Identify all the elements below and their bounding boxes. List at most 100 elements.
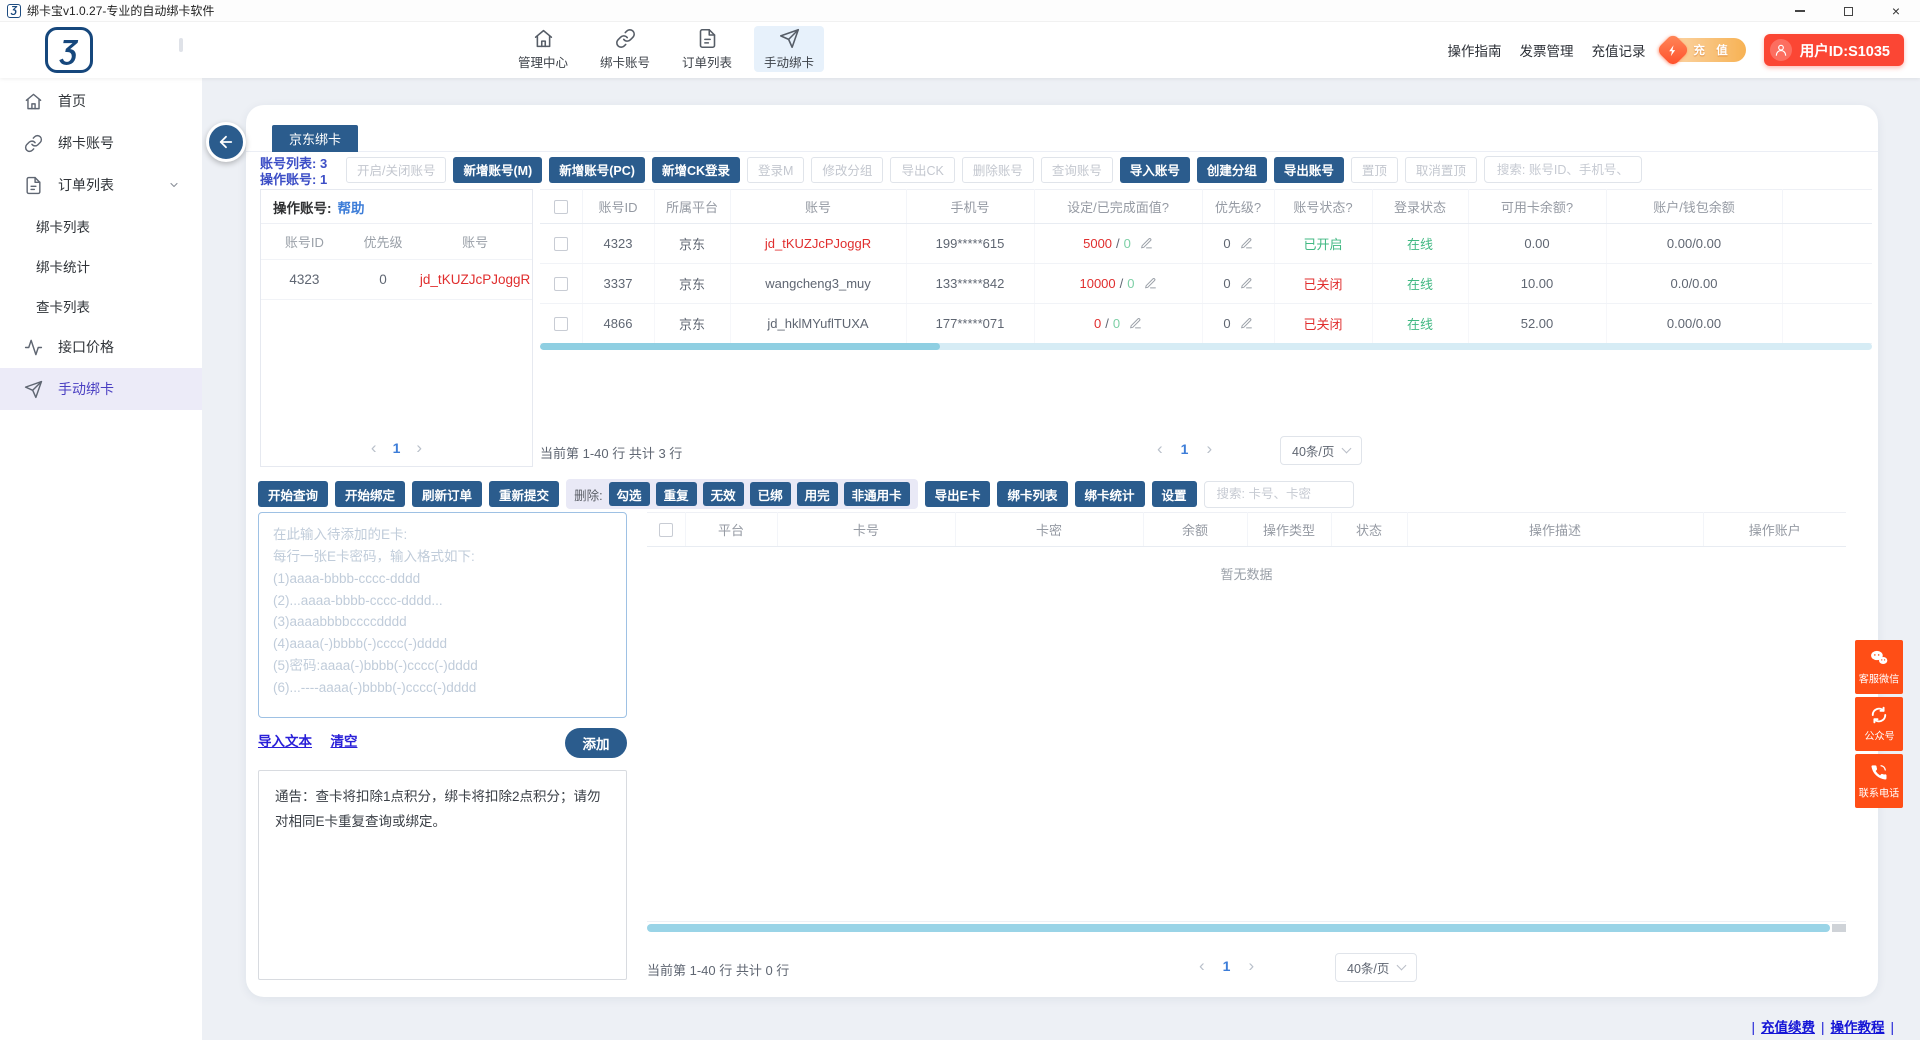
- header-link-invoice[interactable]: 发票管理: [1520, 40, 1574, 60]
- start-query-button[interactable]: 开始查询: [258, 481, 328, 507]
- help-link[interactable]: 帮助: [338, 197, 365, 217]
- back-button[interactable]: [206, 122, 246, 162]
- delete-bound-button[interactable]: 已绑: [750, 482, 791, 506]
- login-m-button[interactable]: 登录M: [747, 157, 804, 183]
- edit-icon[interactable]: [1129, 317, 1142, 330]
- bind-stats-button[interactable]: 绑卡统计: [1075, 481, 1145, 507]
- sidebar-item-card-query-list[interactable]: 查卡列表: [0, 286, 202, 326]
- contact-wechat-button[interactable]: 客服微信: [1855, 640, 1903, 694]
- table-row[interactable]: 3337 京东 wangcheng3_muy 133*****842 10000…: [540, 264, 1872, 304]
- delete-checked-button[interactable]: 勾选: [609, 482, 650, 506]
- select-all-checkbox[interactable]: [659, 523, 673, 537]
- table-row[interactable]: 4323 京东 jd_tKUZJcPJoggR 199*****615 5000…: [540, 224, 1872, 264]
- current-page[interactable]: 1: [393, 440, 401, 456]
- query-account-button[interactable]: 查询账号: [1041, 157, 1113, 183]
- delete-duplicate-button[interactable]: 重复: [656, 482, 697, 506]
- official-account-button[interactable]: 公众号: [1855, 697, 1903, 751]
- export-ecard-button[interactable]: 导出E卡: [925, 481, 991, 507]
- delete-invalid-button[interactable]: 无效: [703, 482, 744, 506]
- next-page-button[interactable]: ›: [1206, 440, 1212, 457]
- select-all-checkbox[interactable]: [554, 200, 568, 214]
- delete-used-button[interactable]: 用完: [797, 482, 838, 506]
- current-page[interactable]: 1: [1223, 958, 1231, 974]
- header-link-recharge-history[interactable]: 充值记录: [1592, 40, 1646, 60]
- current-page[interactable]: 1: [1181, 441, 1189, 457]
- sidebar-item-bind-list[interactable]: 绑卡列表: [0, 206, 202, 246]
- add-button[interactable]: 添加: [565, 728, 627, 758]
- next-page-button[interactable]: ›: [1248, 957, 1254, 974]
- cards-table-hscrollbar[interactable]: [647, 924, 1846, 932]
- sidebar-item-bind-stats[interactable]: 绑卡统计: [0, 246, 202, 286]
- column-header: 操作账户: [1703, 513, 1846, 547]
- settings-button[interactable]: 设置: [1152, 481, 1197, 507]
- row-checkbox[interactable]: [554, 317, 568, 331]
- edit-icon[interactable]: [1140, 237, 1153, 250]
- add-account-m-button[interactable]: 新增账号(M): [453, 157, 542, 183]
- recharge-button[interactable]: 充 值: [1664, 38, 1746, 62]
- export-ck-button[interactable]: 导出CK: [890, 157, 954, 183]
- table-row[interactable]: 4866 京东 jd_hklMYuflTUXA 177*****071 0/0 …: [540, 304, 1872, 344]
- clear-link[interactable]: 清空: [330, 734, 357, 749]
- priority-cell: 0: [348, 272, 418, 287]
- mini-table-row[interactable]: 4323 0 jd_tKUZJcPJoggR: [261, 260, 532, 300]
- ecard-input[interactable]: [258, 512, 627, 718]
- sidebar-item-home[interactable]: 首页: [0, 80, 202, 122]
- account-list-count: 账号列表: 3: [260, 156, 327, 172]
- nav-item-bind-accounts[interactable]: 绑卡账号: [590, 26, 660, 72]
- import-account-button[interactable]: 导入账号: [1120, 157, 1190, 183]
- scrollbar-endcap: [1832, 924, 1846, 932]
- tab-jd-bind[interactable]: 京东绑卡: [272, 125, 358, 152]
- delete-account-button[interactable]: 删除账号: [962, 157, 1034, 183]
- header-link-guide[interactable]: 操作指南: [1448, 40, 1502, 60]
- unpin-top-button[interactable]: 取消置顶: [1405, 157, 1477, 183]
- row-checkbox[interactable]: [554, 277, 568, 291]
- prev-page-button[interactable]: ‹: [1157, 440, 1163, 457]
- sidebar-item-api-price[interactable]: 接口价格: [0, 326, 202, 368]
- scrollbar-thumb[interactable]: [647, 924, 1830, 932]
- page-size-select[interactable]: 40条/页: [1280, 436, 1362, 465]
- nav-item-management-center[interactable]: 管理中心: [508, 26, 578, 72]
- close-button[interactable]: ×: [1872, 0, 1920, 22]
- footer-link-tutorial[interactable]: 操作教程: [1830, 1020, 1884, 1035]
- delete-nongeneric-button[interactable]: 非通用卡: [844, 482, 910, 506]
- add-account-pc-button[interactable]: 新增账号(PC): [549, 157, 645, 183]
- sidebar-item-manual-bind[interactable]: 手动绑卡: [0, 368, 202, 410]
- recharge-label: 充 值: [1694, 42, 1732, 58]
- account-id-cell: 3337: [582, 264, 654, 304]
- edit-icon[interactable]: [1240, 237, 1253, 250]
- bind-list-button[interactable]: 绑卡列表: [997, 481, 1067, 507]
- export-account-button[interactable]: 导出账号: [1274, 157, 1344, 183]
- row-checkbox[interactable]: [554, 237, 568, 251]
- refresh-order-button[interactable]: 刷新订单: [412, 481, 482, 507]
- cards-search-input[interactable]: [1204, 481, 1354, 508]
- footer-link-recharge[interactable]: 充值续费: [1761, 1020, 1815, 1035]
- prev-page-button[interactable]: ‹: [1199, 957, 1205, 974]
- edit-icon[interactable]: [1240, 277, 1253, 290]
- edit-group-button[interactable]: 修改分组: [811, 157, 883, 183]
- nav-item-order-list[interactable]: 订单列表: [672, 26, 742, 72]
- toggle-account-button[interactable]: 开启/关闭账号: [346, 157, 446, 183]
- start-bind-button[interactable]: 开始绑定: [335, 481, 405, 507]
- column-header: 账号ID: [261, 232, 348, 251]
- minimize-button[interactable]: [1776, 0, 1824, 22]
- prev-page-button[interactable]: ‹: [371, 439, 377, 456]
- sidebar-item-bind-accounts[interactable]: 绑卡账号: [0, 122, 202, 164]
- sidebar-item-order-list[interactable]: 订单列表: [0, 164, 202, 206]
- resubmit-button[interactable]: 重新提交: [489, 481, 559, 507]
- nav-item-manual-bind[interactable]: 手动绑卡: [754, 26, 824, 72]
- pin-top-button[interactable]: 置顶: [1351, 157, 1398, 183]
- next-page-button[interactable]: ›: [416, 439, 422, 456]
- add-ck-login-button[interactable]: 新增CK登录: [652, 157, 740, 183]
- edit-icon[interactable]: [1240, 317, 1253, 330]
- maximize-button[interactable]: [1824, 0, 1872, 22]
- sidebar-collapse-handle[interactable]: [179, 38, 183, 52]
- scrollbar-thumb[interactable]: [540, 343, 940, 350]
- create-group-button[interactable]: 创建分组: [1197, 157, 1267, 183]
- user-id-button[interactable]: 用户ID:S1035: [1764, 34, 1904, 66]
- import-text-link[interactable]: 导入文本: [258, 734, 312, 749]
- contact-phone-button[interactable]: 联系电话: [1855, 754, 1903, 808]
- edit-icon[interactable]: [1144, 277, 1157, 290]
- page-size-select[interactable]: 40条/页: [1335, 953, 1417, 982]
- accounts-table-hscrollbar[interactable]: [540, 343, 1872, 350]
- accounts-search-input[interactable]: [1484, 156, 1642, 183]
